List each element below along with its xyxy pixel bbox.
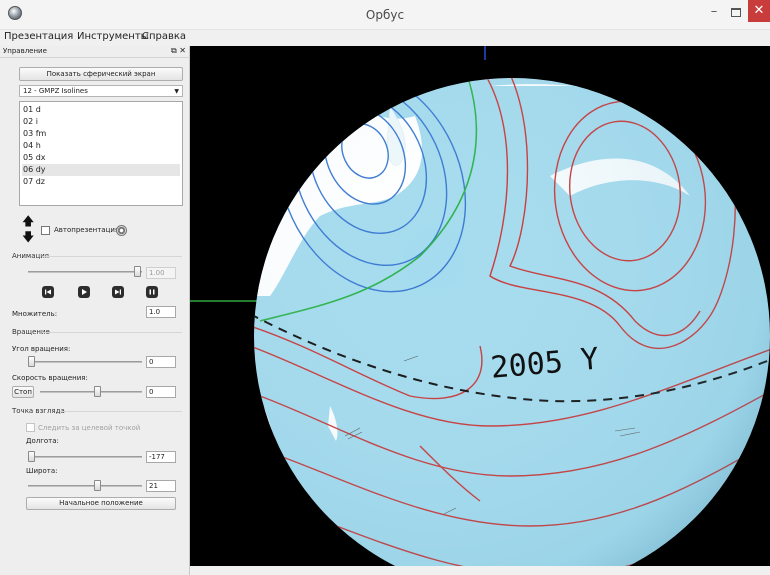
rotation-angle-input[interactable]: 0 <box>146 356 176 368</box>
control-panel: Управление ⧉ ✕ Показать сферический экра… <box>0 46 190 575</box>
panel-header: Управление ⧉ ✕ <box>0 46 190 58</box>
animation-slider-handle[interactable] <box>134 266 141 277</box>
group-divider <box>60 411 182 412</box>
group-divider <box>42 332 182 333</box>
multiplier-label: Множитель: <box>12 310 58 318</box>
longitude-slider-handle[interactable] <box>28 451 35 462</box>
follow-target-checkbox[interactable] <box>26 423 35 432</box>
stop-icon[interactable] <box>146 286 158 298</box>
globe-viewport[interactable]: 2005 Y <box>190 46 770 566</box>
longitude-label: Долгота: <box>26 437 59 445</box>
bottom-strip <box>190 566 770 575</box>
menu-tools[interactable]: Инструменты <box>77 31 149 42</box>
reset-position-button[interactable]: Начальное положение <box>26 497 176 510</box>
animation-value: 1.00 <box>146 267 176 279</box>
longitude-slider-track[interactable] <box>28 456 142 458</box>
chevron-down-icon: ▼ <box>174 88 179 95</box>
window-title: Орбус <box>365 8 405 22</box>
rotation-speed-label: Скорость вращения: <box>12 374 88 382</box>
menu-bar: Презентация Инструменты Справка <box>0 30 770 46</box>
latitude-slider-handle[interactable] <box>94 480 101 491</box>
animation-slider-track[interactable] <box>28 271 142 273</box>
rotation-speed-slider-track[interactable] <box>40 391 142 393</box>
dataset-select-value: 12 - GMPZ Isolines <box>23 87 88 95</box>
minimize-icon[interactable]: – <box>704 4 724 22</box>
list-item[interactable]: 02 i <box>22 116 180 128</box>
float-icon[interactable]: ⧉ <box>171 46 177 55</box>
longitude-input[interactable]: -177 <box>146 451 176 463</box>
rotation-speed-input[interactable]: 0 <box>146 386 176 398</box>
latitude-input[interactable]: 21 <box>146 480 176 492</box>
panel-close-icon[interactable]: ✕ <box>179 46 186 55</box>
arrow-up-icon[interactable]: 🡅 <box>22 215 34 227</box>
play-icon[interactable] <box>78 286 90 298</box>
rotation-speed-slider-handle[interactable] <box>94 386 101 397</box>
rotation-angle-label: Угол вращения: <box>12 345 71 353</box>
multiplier-input[interactable]: 1.0 <box>146 306 176 318</box>
autopresentation-label: Автопрезентация <box>54 226 120 234</box>
list-item[interactable]: 05 dx <box>22 152 180 164</box>
maximize-icon[interactable] <box>727 4 745 22</box>
close-icon[interactable]: ✕ <box>748 0 770 22</box>
list-item[interactable]: 01 d <box>22 104 180 116</box>
latitude-label: Широта: <box>26 467 58 475</box>
arrow-down-icon[interactable]: 🡇 <box>22 231 34 243</box>
latitude-slider-track[interactable] <box>28 485 142 487</box>
follow-target-label: Следить за целевой точкой <box>38 424 141 432</box>
globe-render[interactable]: 2005 Y <box>190 46 770 566</box>
globe-shading <box>254 78 770 566</box>
viewpoint-group-title: Точка взгляда <box>12 407 65 415</box>
show-sphere-button[interactable]: Показать сферический экран <box>19 67 183 81</box>
gear-icon[interactable] <box>116 225 127 236</box>
list-item-selected[interactable]: 06 dy <box>22 164 180 176</box>
variable-list[interactable]: 01 d 02 i 03 fm 04 h 05 dx 06 dy 07 dz <box>19 101 183 206</box>
list-item[interactable]: 07 dz <box>22 176 180 188</box>
list-item[interactable]: 03 fm <box>22 128 180 140</box>
autopresentation-checkbox[interactable] <box>41 226 50 235</box>
menu-help[interactable]: Справка <box>142 31 186 42</box>
dataset-select[interactable]: 12 - GMPZ Isolines ▼ <box>19 85 183 97</box>
menu-presentation[interactable]: Презентация <box>4 31 73 42</box>
skip-forward-icon[interactable] <box>112 286 124 298</box>
rotation-angle-slider-handle[interactable] <box>28 356 35 367</box>
title-bar: Орбус – ✕ <box>0 0 770 30</box>
skip-back-icon[interactable] <box>42 286 54 298</box>
panel-title: Управление <box>3 47 47 55</box>
group-divider <box>42 256 182 257</box>
rotation-angle-slider-track[interactable] <box>28 361 142 363</box>
list-item[interactable]: 04 h <box>22 140 180 152</box>
stop-rotation-button[interactable]: Стоп <box>12 386 34 398</box>
